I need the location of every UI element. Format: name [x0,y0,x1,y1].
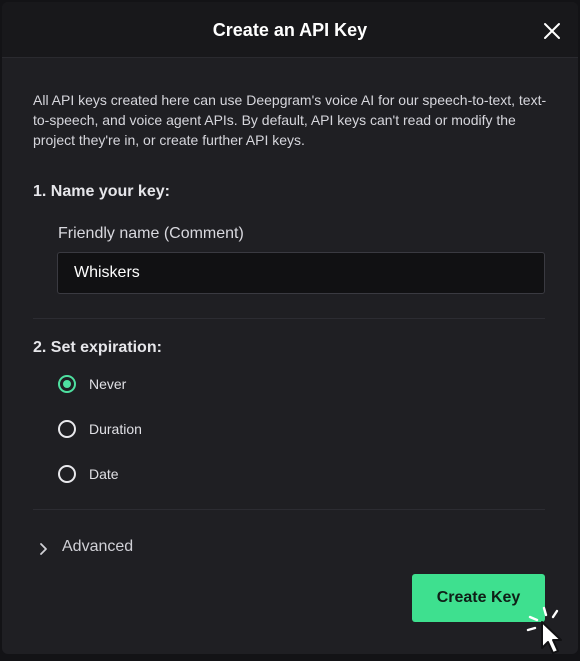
chevron-right-icon [40,543,47,555]
dialog-description: All API keys created here can use Deepgr… [33,92,547,148]
divider [33,318,545,319]
dialog-title: Create an API Key [212,20,368,40]
close-icon [544,23,560,39]
close-button[interactable] [540,19,564,43]
radio-label-date: Date [89,466,119,482]
advanced-label: Advanced [62,538,134,555]
radio-label-never: Never [89,376,127,392]
friendly-name-input[interactable] [57,252,545,294]
radio-label-duration: Duration [89,421,142,437]
dialog-header: Create an API Key [2,2,578,58]
expiration-section-heading: 2. Set expiration: [33,339,162,356]
friendly-name-label: Friendly name (Comment) [58,225,244,242]
divider [33,509,545,510]
radio-button[interactable] [58,465,76,483]
create-api-key-dialog: Create an API Key All API keys created h… [2,2,578,654]
name-section-heading: 1. Name your key: [33,183,170,200]
radio-button[interactable] [58,420,76,438]
radio-button-checked[interactable] [58,375,76,393]
pointer-cursor-icon [526,606,562,654]
